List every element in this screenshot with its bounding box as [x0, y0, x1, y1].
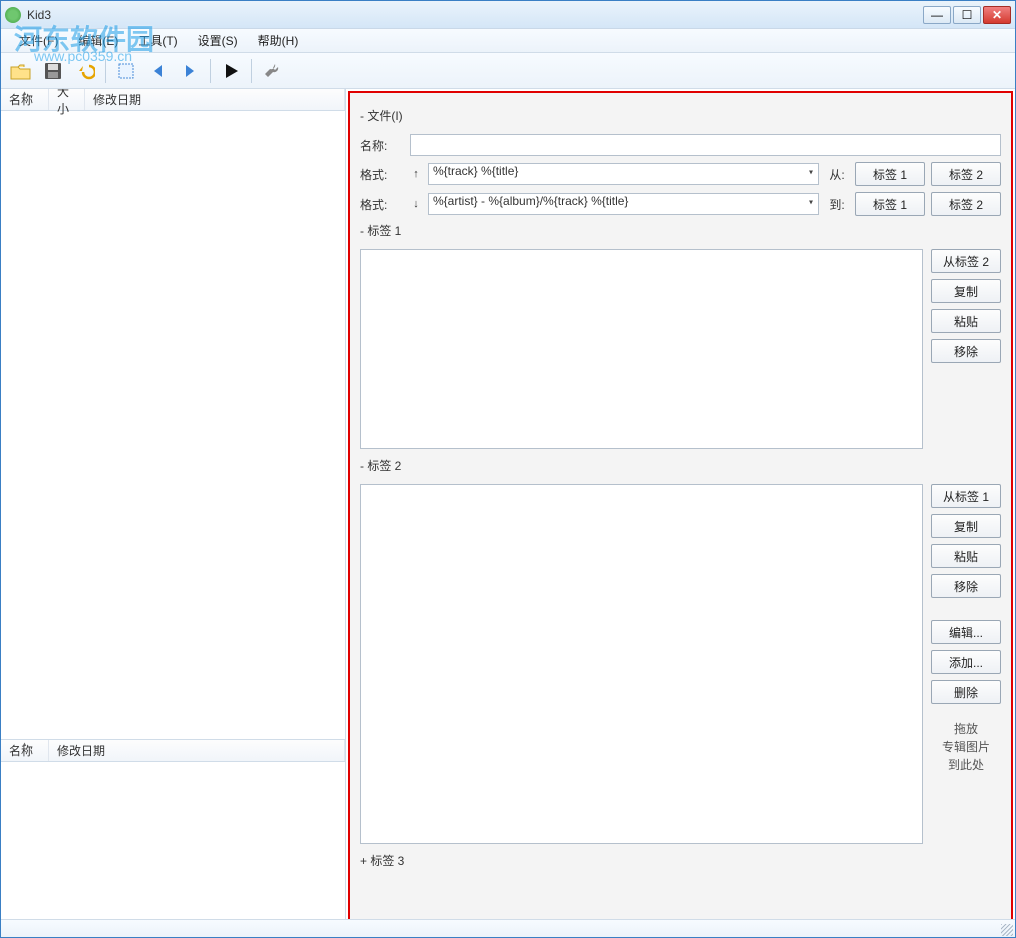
maximize-button[interactable]: ☐	[953, 6, 981, 24]
select-all-icon	[116, 61, 136, 81]
tag2-copy-button[interactable]: 复制	[931, 514, 1001, 538]
minimize-button[interactable]: —	[923, 6, 951, 24]
tag1-copy-button[interactable]: 复制	[931, 279, 1001, 303]
select-all-button[interactable]	[112, 57, 140, 85]
tag1-remove-button[interactable]: 移除	[931, 339, 1001, 363]
tag1-section-header[interactable]: - 标签 1	[360, 222, 1001, 239]
from-tag2-button[interactable]: 标签 2	[931, 162, 1001, 186]
format-to-combo[interactable]: %{artist} - %{album}/%{track} %{title}	[428, 193, 819, 215]
tag2-add-button[interactable]: 添加...	[931, 650, 1001, 674]
to-label: 到:	[825, 196, 849, 213]
format-up-label: 格式:	[360, 166, 404, 183]
arrow-left-icon	[148, 61, 168, 81]
menu-bar: 文件(F) 编辑(E) 工具(T) 设置(S) 帮助(H)	[1, 29, 1015, 53]
left-panel: ▴名称 大小 修改日期 ▴名称 修改日期	[1, 89, 346, 919]
undo-icon	[75, 61, 95, 81]
tag2-delete-button[interactable]: 删除	[931, 680, 1001, 704]
menu-file[interactable]: 文件(F)	[9, 30, 68, 51]
file-section-header[interactable]: - 文件(I)	[360, 107, 1001, 124]
file-tree-pane[interactable]: ▴名称 大小 修改日期	[1, 89, 345, 739]
from-tag1-button[interactable]: 标签 1	[855, 162, 925, 186]
menu-help[interactable]: 帮助(H)	[248, 30, 309, 51]
col-date[interactable]: 修改日期	[49, 740, 345, 761]
open-folder-button[interactable]	[7, 57, 35, 85]
menu-tools[interactable]: 工具(T)	[128, 30, 187, 51]
format-down-label: 格式:	[360, 196, 404, 213]
file-list-pane[interactable]: ▴名称 修改日期	[1, 739, 345, 919]
toolbar	[1, 53, 1015, 89]
album-art-drop-hint[interactable]: 拖放 专辑图片 到此处	[931, 720, 1001, 774]
arrow-up-icon: ↑	[410, 168, 422, 180]
resize-grip-icon[interactable]	[1001, 924, 1013, 936]
filename-input[interactable]	[410, 134, 1001, 156]
tree-column-header: ▴名称 大小 修改日期	[1, 89, 345, 111]
to-tag2-button[interactable]: 标签 2	[931, 192, 1001, 216]
sort-indicator-icon: ▴	[23, 740, 27, 748]
list-column-header: ▴名称 修改日期	[1, 740, 345, 762]
col-name[interactable]: ▴名称	[1, 89, 49, 110]
right-panel: - 文件(I) 名称: 格式: ↑ %{track} %{title} 从: 标…	[346, 89, 1015, 919]
format-from-combo[interactable]: %{track} %{title}	[428, 163, 819, 185]
menu-settings[interactable]: 设置(S)	[188, 30, 248, 51]
tag2-section-header[interactable]: - 标签 2	[360, 457, 1001, 474]
tag2-fields-box[interactable]	[360, 484, 923, 844]
folder-open-icon	[10, 61, 32, 81]
highlighted-region: - 文件(I) 名称: 格式: ↑ %{track} %{title} 从: 标…	[348, 91, 1013, 919]
title-bar: Kid3 — ☐ ✕	[1, 1, 1015, 29]
prev-file-button[interactable]	[144, 57, 172, 85]
toolbar-separator	[105, 59, 106, 83]
tag1-from-tag2-button[interactable]: 从标签 2	[931, 249, 1001, 273]
window-title: Kid3	[27, 8, 923, 22]
app-icon	[5, 7, 21, 23]
tag2-from-tag1-button[interactable]: 从标签 1	[931, 484, 1001, 508]
to-tag1-button[interactable]: 标签 1	[855, 192, 925, 216]
save-button[interactable]	[39, 57, 67, 85]
undo-button[interactable]	[71, 57, 99, 85]
col-date[interactable]: 修改日期	[85, 89, 345, 110]
floppy-icon	[43, 61, 63, 81]
tag3-section-header[interactable]: + 标签 3	[360, 852, 1001, 869]
sort-indicator-icon: ▴	[23, 89, 27, 97]
arrow-down-icon: ↓	[410, 198, 422, 210]
settings-button[interactable]	[258, 57, 286, 85]
close-button[interactable]: ✕	[983, 6, 1011, 24]
tag1-fields-box[interactable]	[360, 249, 923, 449]
arrow-right-icon	[180, 61, 200, 81]
play-button[interactable]	[217, 57, 245, 85]
from-label: 从:	[825, 166, 849, 183]
status-bar	[1, 919, 1015, 937]
wrench-icon	[262, 61, 282, 81]
menu-edit[interactable]: 编辑(E)	[68, 30, 128, 51]
tag2-remove-button[interactable]: 移除	[931, 574, 1001, 598]
toolbar-separator	[210, 59, 211, 83]
name-label: 名称:	[360, 137, 404, 154]
play-icon	[221, 61, 241, 81]
tag2-edit-button[interactable]: 编辑...	[931, 620, 1001, 644]
col-size[interactable]: 大小	[49, 89, 85, 110]
tag2-paste-button[interactable]: 粘贴	[931, 544, 1001, 568]
next-file-button[interactable]	[176, 57, 204, 85]
toolbar-separator	[251, 59, 252, 83]
col-name[interactable]: ▴名称	[1, 740, 49, 761]
tag1-paste-button[interactable]: 粘贴	[931, 309, 1001, 333]
